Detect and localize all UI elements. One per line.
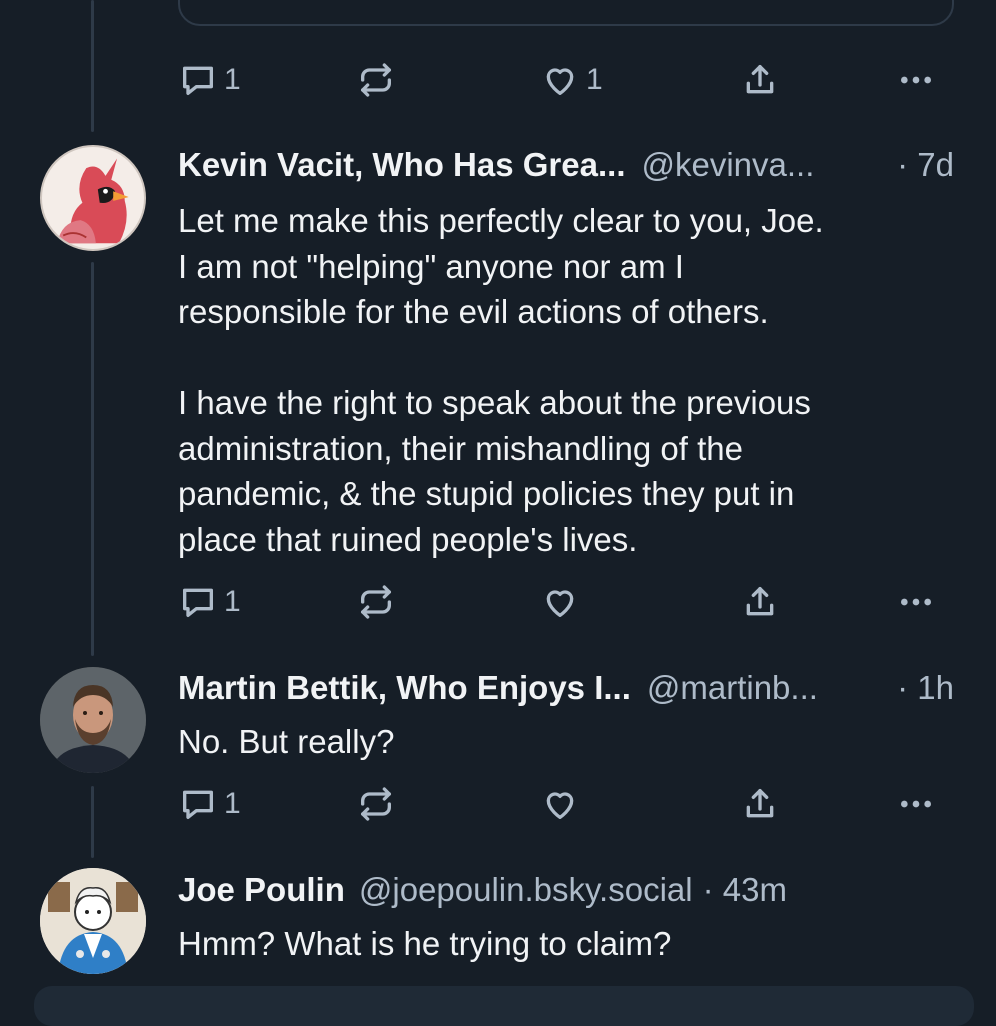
share-button[interactable] xyxy=(740,580,780,624)
author-name[interactable]: Martin Bettik, Who Enjoys I... xyxy=(178,669,631,707)
repost-icon xyxy=(356,784,396,824)
author-name[interactable]: Kevin Vacit, Who Has Grea... xyxy=(178,146,625,184)
repost-button[interactable] xyxy=(356,580,396,624)
post-timestamp[interactable]: · 1h xyxy=(897,669,954,707)
more-options-button[interactable] xyxy=(896,58,936,102)
post-text: Let me make this perfectly clear to you,… xyxy=(178,202,824,558)
share-icon xyxy=(740,784,780,824)
post-timestamp[interactable]: · 43m xyxy=(703,871,787,909)
reply-count: 1 xyxy=(224,585,241,618)
share-button[interactable] xyxy=(740,782,780,826)
post-text: No. But really? xyxy=(178,723,395,760)
author-handle[interactable]: @joepoulin.bsky.social xyxy=(359,871,693,909)
post-header: Joe Poulin @joepoulin.bsky.social · 43m xyxy=(178,868,958,912)
like-count: 1 xyxy=(586,63,603,96)
thread-line xyxy=(91,0,94,132)
cardinal-bird-avatar-icon xyxy=(42,158,144,249)
post-actions: 1 1 xyxy=(178,58,948,102)
author-handle[interactable]: @kevinva... xyxy=(641,146,814,184)
post-actions: 1 xyxy=(178,782,948,826)
thread-line xyxy=(91,262,94,656)
ellipsis-icon xyxy=(896,784,936,824)
ellipsis-icon xyxy=(896,60,936,100)
like-button[interactable]: 1 xyxy=(540,58,603,102)
author-handle[interactable]: @martinb... xyxy=(647,669,818,707)
avatar[interactable] xyxy=(40,868,146,974)
like-button[interactable] xyxy=(540,580,580,624)
reply-button[interactable]: 1 xyxy=(178,58,241,102)
share-icon xyxy=(740,60,780,100)
avatar[interactable] xyxy=(40,667,146,773)
thread-line xyxy=(91,786,94,858)
more-options-button[interactable] xyxy=(896,782,936,826)
post-header: Kevin Vacit, Who Has Grea... @kevinva...… xyxy=(178,143,958,187)
repost-icon xyxy=(356,582,396,622)
heart-icon xyxy=(540,60,580,100)
illustrated-character-avatar-icon xyxy=(40,868,146,974)
post-header: Martin Bettik, Who Enjoys I... @martinb.… xyxy=(178,666,958,710)
post-text: Hmm? What is he trying to claim? xyxy=(178,925,672,962)
quote-embed-card[interactable] xyxy=(178,0,954,26)
reply-count: 1 xyxy=(224,787,241,820)
share-button[interactable] xyxy=(740,58,780,102)
reply-composer[interactable] xyxy=(34,986,974,1026)
repost-icon xyxy=(356,60,396,100)
post-actions: 1 xyxy=(178,580,948,624)
reply-icon xyxy=(178,582,218,622)
reply-button[interactable]: 1 xyxy=(178,580,241,624)
repost-button[interactable] xyxy=(356,782,396,826)
heart-icon xyxy=(540,582,580,622)
heart-icon xyxy=(540,784,580,824)
like-button[interactable] xyxy=(540,782,580,826)
repost-button[interactable] xyxy=(356,58,396,102)
bearded-man-photo-avatar-icon xyxy=(40,667,146,773)
avatar[interactable] xyxy=(40,145,146,251)
share-icon xyxy=(740,582,780,622)
more-options-button[interactable] xyxy=(896,580,936,624)
reply-icon xyxy=(178,784,218,824)
post-timestamp[interactable]: · 7d xyxy=(897,146,954,184)
author-name[interactable]: Joe Poulin xyxy=(178,871,345,909)
ellipsis-icon xyxy=(896,582,936,622)
reply-count: 1 xyxy=(224,63,241,96)
reply-icon xyxy=(178,60,218,100)
reply-button[interactable]: 1 xyxy=(178,782,241,826)
